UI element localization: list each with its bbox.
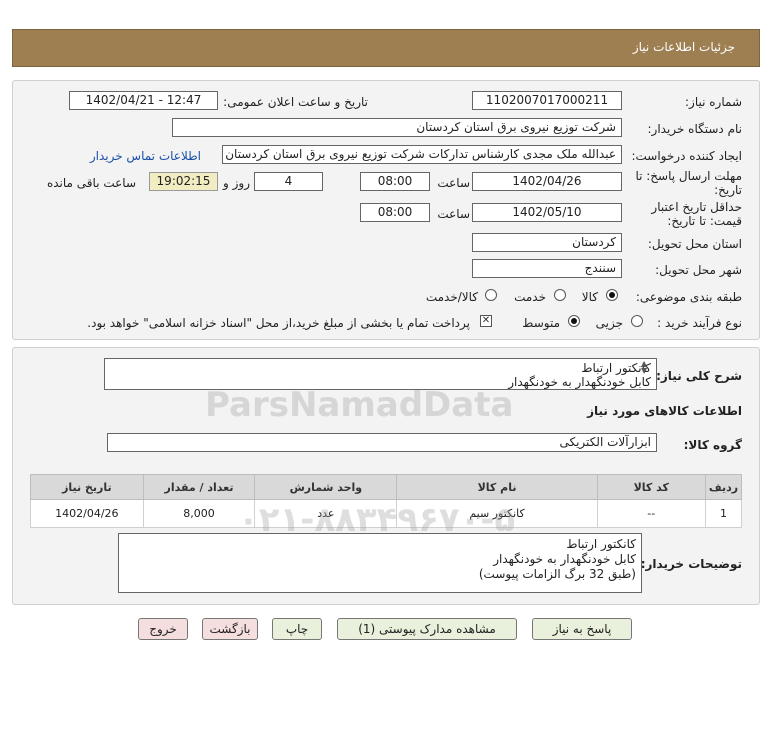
reply-button[interactable]: پاسخ به نیاز	[532, 618, 632, 640]
deadline-time-label: ساعت	[437, 176, 470, 190]
process-minor-radio[interactable]	[631, 315, 643, 327]
row-date: 1402/04/26	[30, 499, 144, 528]
validity-time-label: ساعت	[437, 207, 470, 221]
days-label: روز و	[223, 176, 250, 190]
goods-group-field: ابزارآلات الکتریکی	[107, 433, 657, 452]
buyer-org-field: شرکت توزیع نیروی برق استان کردستان	[172, 118, 622, 137]
col-name: نام کالا	[396, 474, 598, 500]
validity-label-1: حداقل تاریخ اعتبار	[651, 200, 742, 214]
deadline-date-field: 1402/04/26	[472, 172, 622, 191]
goods-table-header: ردیف کد کالا نام کالا واحد شمارش تعداد /…	[30, 474, 743, 500]
buyer-org-label: نام دستگاه خریدار:	[647, 122, 743, 136]
attachments-button[interactable]: مشاهده مدارک پیوستی (1)	[337, 618, 517, 640]
table-row: 1 -- کانکتور سیم عدد 8,000 1402/04/26	[30, 499, 743, 528]
province-label: استان محل تحویل:	[647, 237, 742, 251]
announce-label: تاریخ و ساعت اعلان عمومی:	[223, 95, 368, 109]
print-button[interactable]: چاپ	[272, 618, 322, 640]
province-field: کردستان	[472, 233, 622, 252]
row-number: 1	[704, 499, 743, 528]
summary-line-1: کانکتور ارتباط	[581, 361, 651, 375]
summary-line-2: کابل خودنگهدار به خودنگهدار	[508, 375, 651, 389]
buyer-notes-line-3: (طبق 32 برگ الزامات پیوست)	[478, 567, 636, 581]
col-code: کد کالا	[596, 474, 706, 500]
page-title: جزئیات اطلاعات نیاز	[632, 40, 735, 54]
days-field: 4	[254, 172, 323, 191]
category-service-label: خدمت	[514, 290, 546, 304]
validity-label-2: قیمت: تا تاریخ:	[667, 214, 742, 228]
deadline-label-2: تاریخ:	[714, 183, 742, 197]
summary-box: کانکتور ارتباط کابل خودنگهدار به خودنگهد…	[104, 358, 657, 390]
creator-label: ایجاد کننده درخواست:	[631, 149, 742, 163]
category-goods-service-label: کالا/خدمت	[425, 290, 478, 304]
col-unit: واحد شمارش	[254, 474, 398, 500]
city-field: سنندج	[472, 259, 622, 278]
process-medium-radio[interactable]	[568, 315, 580, 327]
category-service-radio[interactable]	[554, 289, 566, 301]
announce-field: 1402/04/21 - 12:47	[69, 91, 218, 110]
row-qty: 8,000	[142, 499, 256, 528]
category-goods-label: کالا	[581, 290, 598, 304]
page-header: جزئیات اطلاعات نیاز	[12, 29, 760, 67]
deadline-time-field: 08:00	[360, 172, 430, 191]
city-label: شهر محل تحویل:	[655, 263, 742, 277]
summary-label: شرح کلی نیاز:	[656, 369, 742, 383]
col-row: ردیف	[704, 474, 743, 500]
goods-group-label: گروه کالا:	[683, 438, 742, 452]
buyer-notes-label: توضیحات خریدار:	[640, 557, 742, 571]
validity-date-field: 1402/05/10	[472, 203, 622, 222]
goods-table: ردیف کد کالا نام کالا واحد شمارش تعداد /…	[30, 474, 743, 528]
process-minor-label: جزیی	[595, 316, 623, 330]
buyer-notes-box: کانکتور ارتباط کابل خودنگهدار به خودنگهد…	[118, 533, 642, 593]
goods-section-title: اطلاعات کالاهای مورد نیاز	[587, 404, 742, 418]
back-button[interactable]: بازگشت	[202, 618, 258, 640]
treasury-payment-note: پرداخت تمام یا بخشی از مبلغ خرید،از محل …	[87, 316, 470, 330]
summary-scroll-icon[interactable]: ▲ ▼	[641, 360, 647, 375]
remaining-time-label: ساعت باقی مانده	[46, 176, 136, 190]
exit-button[interactable]: خروج	[138, 618, 188, 640]
need-number-label: شماره نیاز:	[685, 95, 742, 109]
buyer-notes-line-1: کانکتور ارتباط	[566, 537, 636, 551]
row-code: --	[596, 499, 706, 528]
buyer-notes-line-2: کابل خودنگهدار به خودنگهدار	[493, 552, 636, 566]
treasury-payment-checkbox[interactable]: ✕	[480, 315, 492, 327]
process-label: نوع فرآیند خرید :	[657, 316, 742, 330]
row-name: کانکتور سیم	[396, 499, 598, 528]
contact-buyer-link[interactable]: اطلاعات تماس خریدار	[90, 149, 201, 163]
remaining-time-field: 19:02:15	[149, 172, 218, 191]
process-medium-label: متوسط	[522, 316, 560, 330]
creator-field: عبدالله ملک مجدی کارشناس تدارکات شرکت تو…	[222, 145, 622, 164]
category-goods-radio[interactable]	[606, 289, 618, 301]
category-label: طبقه بندی موضوعی:	[635, 290, 742, 304]
validity-time-field: 08:00	[360, 203, 430, 222]
deadline-label-1: مهلت ارسال پاسخ: تا	[635, 169, 742, 183]
col-qty: تعداد / مقدار	[142, 474, 256, 500]
col-date: تاریخ نیاز	[30, 474, 144, 500]
category-goods-service-radio[interactable]	[485, 289, 497, 301]
need-number-field: 1102007017000211	[472, 91, 622, 110]
row-unit: عدد	[254, 499, 398, 528]
